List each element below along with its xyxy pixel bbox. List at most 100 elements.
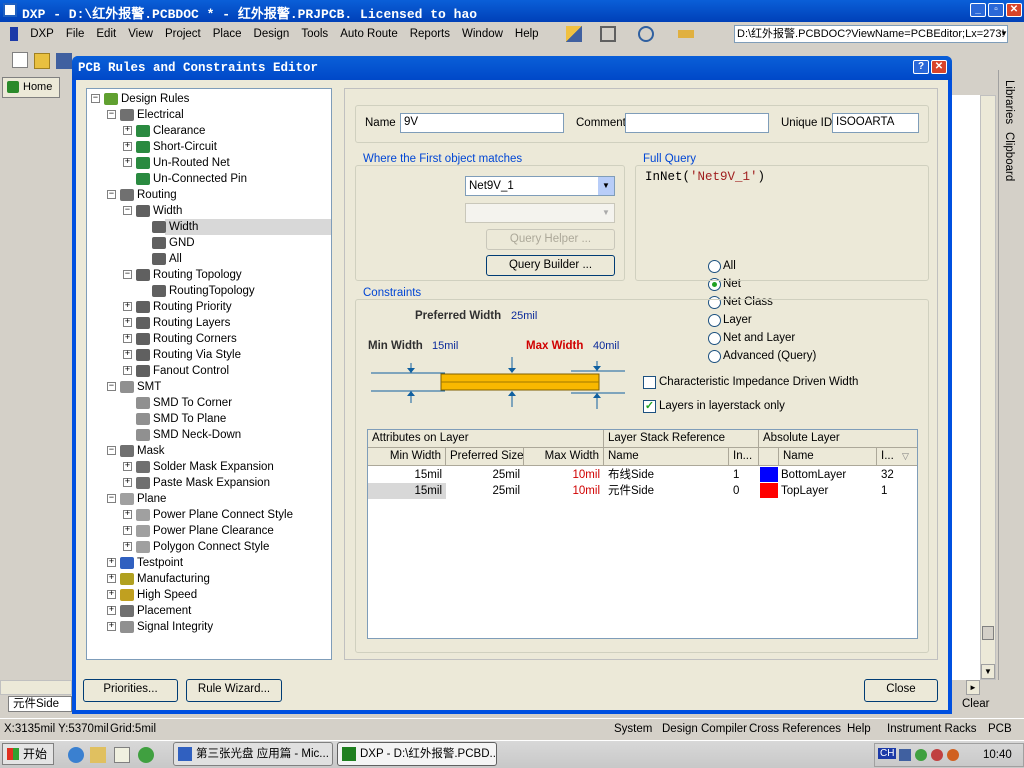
tree-expander-1[interactable]: − bbox=[107, 110, 116, 119]
tree-item-11[interactable]: Routing Topology bbox=[153, 267, 242, 283]
tree-item-23[interactable]: Solder Mask Expansion bbox=[153, 459, 274, 475]
cell-max-1[interactable]: 10mil bbox=[524, 483, 600, 499]
net-select[interactable]: Net9V_1 ▼ bbox=[465, 176, 615, 196]
cell-name-0[interactable]: 布线Side bbox=[608, 467, 728, 483]
tree-expander-24[interactable]: + bbox=[123, 478, 132, 487]
task-dxp[interactable]: DXP - D:\红外报警.PCBD... bbox=[337, 742, 497, 766]
tree-expander-2[interactable]: + bbox=[123, 126, 132, 135]
status-system[interactable]: System bbox=[614, 723, 652, 735]
tree-item-25[interactable]: Plane bbox=[137, 491, 166, 507]
tree-expander-3[interactable]: + bbox=[123, 142, 132, 151]
tree-item-7[interactable]: Width bbox=[153, 203, 182, 219]
outlook-icon[interactable] bbox=[90, 747, 106, 763]
cell-absidx-0[interactable]: 32 bbox=[881, 467, 915, 483]
tree-expander-31[interactable]: + bbox=[107, 590, 116, 599]
tree-expander-16[interactable]: + bbox=[123, 350, 132, 359]
tree-expander-6[interactable]: − bbox=[107, 190, 116, 199]
tree-item-33[interactable]: Signal Integrity bbox=[137, 619, 213, 635]
tree-item-1[interactable]: Electrical bbox=[137, 107, 184, 123]
cell-idx-0[interactable]: 1 bbox=[733, 467, 759, 483]
tree-item-22[interactable]: Mask bbox=[137, 443, 164, 459]
find-icon[interactable] bbox=[638, 26, 654, 42]
menu-edit[interactable]: Edit bbox=[90, 28, 122, 40]
tree-expander-22[interactable]: − bbox=[107, 446, 116, 455]
language-indicator[interactable]: CH bbox=[878, 748, 897, 759]
start-button[interactable]: 开始 bbox=[2, 743, 54, 765]
cell-pref-1[interactable]: 25mil bbox=[446, 483, 520, 499]
task-word[interactable]: 第三张光盘 应用篇 - Mic... bbox=[173, 742, 333, 766]
status-pcb[interactable]: PCB bbox=[988, 723, 1012, 735]
open-folder-icon[interactable] bbox=[34, 53, 50, 69]
col-abs-name[interactable]: Name bbox=[779, 448, 877, 465]
tree-item-9[interactable]: GND bbox=[169, 235, 195, 251]
address-dropdown-icon[interactable]: ▼ bbox=[1000, 29, 1008, 38]
tree-item-4[interactable]: Un-Routed Net bbox=[153, 155, 230, 171]
home-tab[interactable]: Home bbox=[2, 77, 60, 98]
menu-project[interactable]: Project bbox=[159, 28, 207, 40]
tree-expander-18[interactable]: − bbox=[107, 382, 116, 391]
tree-item-29[interactable]: Testpoint bbox=[137, 555, 183, 571]
cell-max-0[interactable]: 10mil bbox=[524, 467, 600, 483]
horizontal-scrollbar[interactable] bbox=[0, 680, 72, 695]
status-help[interactable]: Help bbox=[847, 723, 871, 735]
libraries-panel-tab[interactable]: Libraries bbox=[1003, 80, 1015, 124]
tree-item-5[interactable]: Un-Connected Pin bbox=[153, 171, 247, 187]
tree-expander-14[interactable]: + bbox=[123, 318, 132, 327]
close-button[interactable]: Close bbox=[864, 679, 938, 702]
menu-design[interactable]: Design bbox=[248, 28, 296, 40]
status-cross-references[interactable]: Cross References bbox=[749, 723, 841, 735]
tree-item-3[interactable]: Short-Circuit bbox=[153, 139, 217, 155]
cell-abs-0[interactable]: BottomLayer bbox=[781, 467, 877, 483]
menu-window[interactable]: Window bbox=[456, 28, 509, 40]
tree-expander-27[interactable]: + bbox=[123, 526, 132, 535]
tree-item-18[interactable]: SMT bbox=[137, 379, 161, 395]
tray-icon-4[interactable] bbox=[947, 749, 959, 761]
cell-min-0[interactable]: 15mil bbox=[368, 467, 442, 483]
scroll-thumb[interactable] bbox=[982, 626, 994, 640]
cell-absidx-1[interactable]: 1 bbox=[881, 483, 915, 499]
app-quick-icon[interactable] bbox=[138, 747, 154, 763]
scroll-right-button[interactable]: ► bbox=[966, 680, 980, 695]
tree-item-17[interactable]: Fanout Control bbox=[153, 363, 229, 379]
tree-expander-30[interactable]: + bbox=[107, 574, 116, 583]
tree-item-19[interactable]: SMD To Corner bbox=[153, 395, 232, 411]
query-builder-button[interactable]: Query Builder ... bbox=[486, 255, 615, 276]
tree-item-14[interactable]: Routing Layers bbox=[153, 315, 230, 331]
tree-item-28[interactable]: Polygon Connect Style bbox=[153, 539, 269, 555]
tree-expander-32[interactable]: + bbox=[107, 606, 116, 615]
new-file-icon[interactable] bbox=[12, 52, 28, 68]
col-max-width[interactable]: Max Width bbox=[524, 448, 604, 465]
restore-button[interactable]: ▫ bbox=[988, 3, 1004, 17]
col-min-width[interactable]: Min Width bbox=[368, 448, 446, 465]
tree-expander-29[interactable]: + bbox=[107, 558, 116, 567]
col-abs-index[interactable]: I... bbox=[877, 448, 917, 465]
rule-wizard-button[interactable]: Rule Wizard... bbox=[186, 679, 282, 702]
status-instrument-racks[interactable]: Instrument Racks bbox=[887, 723, 976, 735]
help-button[interactable]: ? bbox=[913, 60, 929, 74]
tree-item-20[interactable]: SMD To Plane bbox=[153, 411, 226, 427]
tree-item-31[interactable]: High Speed bbox=[137, 587, 197, 603]
tree-expander-0[interactable]: − bbox=[91, 94, 100, 103]
cell-pref-0[interactable]: 25mil bbox=[446, 467, 520, 483]
minimize-button[interactable]: _ bbox=[970, 3, 986, 17]
full-query-text[interactable]: InNet('Net9V_1') bbox=[645, 170, 765, 184]
tree-expander-11[interactable]: − bbox=[123, 270, 132, 279]
menu-help[interactable]: Help bbox=[509, 28, 545, 40]
col-layer-index[interactable]: In... bbox=[729, 448, 759, 465]
menu-dxp[interactable]: DXP bbox=[24, 28, 60, 40]
layerstack-checkbox[interactable]: ✓ bbox=[643, 400, 656, 413]
tree-expander-15[interactable]: + bbox=[123, 334, 132, 343]
desktop-icon[interactable] bbox=[114, 747, 130, 763]
tree-item-26[interactable]: Power Plane Connect Style bbox=[153, 507, 293, 523]
dialog-close-button[interactable]: ✕ bbox=[931, 60, 947, 74]
tree-expander-4[interactable]: + bbox=[123, 158, 132, 167]
tree-expander-13[interactable]: + bbox=[123, 302, 132, 311]
tree-item-27[interactable]: Power Plane Clearance bbox=[153, 523, 274, 539]
pencil-icon[interactable] bbox=[566, 26, 582, 42]
close-window-button[interactable]: ✕ bbox=[1006, 3, 1022, 17]
tray-icon-2[interactable] bbox=[915, 749, 927, 761]
comment-field[interactable] bbox=[625, 113, 769, 133]
tree-expander-7[interactable]: − bbox=[123, 206, 132, 215]
cell-abs-1[interactable]: TopLayer bbox=[781, 483, 877, 499]
rules-tree[interactable]: − Design Rules − Electrical + Clearance + Short… bbox=[86, 88, 332, 660]
